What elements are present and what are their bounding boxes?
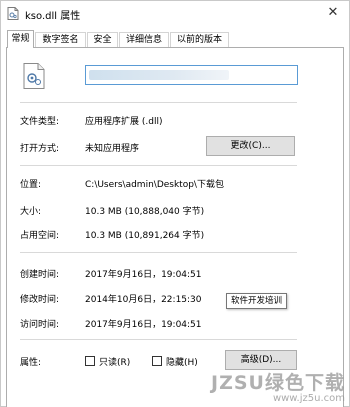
general-tab-panel: 文件类型: 应用程序扩展 (.dll) 打开方式: 未知应用程序 更改(C)..…	[6, 47, 344, 407]
created-value: 2017年9月16日，19:04:51	[85, 270, 202, 280]
divider	[20, 252, 297, 253]
divider	[20, 165, 297, 166]
readonly-label[interactable]: 只读(R)	[99, 355, 130, 368]
change-button[interactable]: 更改(C)...	[206, 136, 295, 156]
divider	[20, 102, 297, 103]
advanced-button[interactable]: 高级(D)...	[225, 350, 297, 370]
modified-value: 2014年10月6日，22:15:30	[85, 295, 202, 305]
tab-general[interactable]: 常规	[7, 30, 34, 48]
size-value: 10.3 MB (10,888,040 字节)	[85, 207, 205, 217]
opens-with-label: 打开方式:	[20, 144, 60, 154]
file-type-label: 文件类型:	[20, 117, 60, 127]
readonly-checkbox[interactable]	[85, 356, 95, 366]
hidden-checkbox[interactable]	[152, 356, 162, 366]
accessed-label: 访问时间:	[20, 320, 60, 330]
location-label: 位置:	[20, 180, 42, 190]
dll-file-icon	[23, 63, 45, 89]
created-label: 创建时间:	[20, 270, 60, 280]
attributes-label: 属性:	[20, 358, 42, 368]
hidden-label[interactable]: 隐藏(H)	[166, 355, 198, 368]
properties-window: kso.dll 属性 ✕ 常规 数字签名 安全 详细信息 以前的版本 文件类型:…	[0, 0, 350, 407]
tab-previous-versions[interactable]: 以前的版本	[170, 32, 229, 48]
tooltip: 软件开发培训	[226, 293, 288, 309]
file-name-input[interactable]	[85, 65, 298, 85]
location-value: C:\Users\admin\Desktop\下载包	[85, 180, 224, 190]
size-on-disk-value: 10.3 MB (10,891,264 字节)	[85, 231, 205, 241]
tab-digital-signatures[interactable]: 数字签名	[35, 32, 86, 48]
dll-file-icon	[7, 7, 19, 20]
size-label: 大小:	[20, 207, 42, 217]
title-bar[interactable]: kso.dll 属性 ✕	[1, 1, 349, 26]
tab-security[interactable]: 安全	[87, 32, 118, 48]
opens-with-value: 未知应用程序	[85, 144, 140, 154]
file-type-value: 应用程序扩展 (.dll)	[85, 117, 163, 127]
window-title: kso.dll 属性	[25, 11, 81, 22]
accessed-value: 2017年9月16日，19:04:51	[85, 320, 202, 330]
size-on-disk-label: 占用空间:	[20, 231, 60, 241]
close-icon[interactable]: ✕	[325, 5, 341, 21]
modified-label: 修改时间:	[20, 295, 60, 305]
tab-details[interactable]: 详细信息	[119, 32, 169, 48]
divider	[20, 339, 297, 340]
